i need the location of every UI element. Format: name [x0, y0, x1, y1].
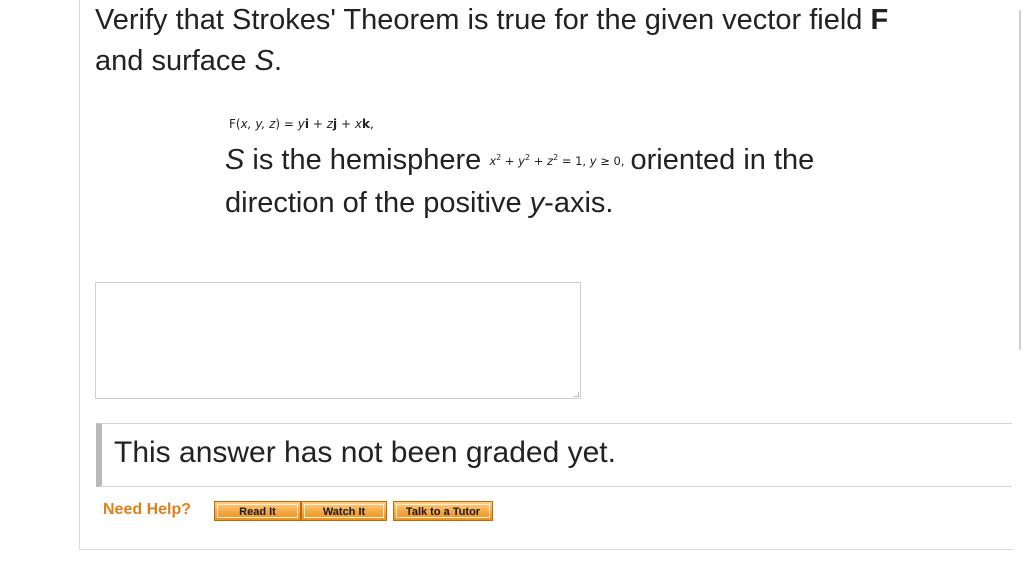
read-it-label: Read It	[239, 506, 276, 518]
eq-cond-rest: ≥ 0,	[596, 154, 625, 168]
field-term3-var: x	[354, 117, 362, 131]
question-line-2: and surface S.	[95, 41, 995, 82]
surface-line2-suffix: -axis.	[544, 187, 614, 219]
field-plus1: +	[309, 117, 327, 131]
field-lhs: F(	[229, 117, 241, 131]
watch-it-label: Watch It	[322, 506, 366, 518]
surface-s: S	[225, 144, 245, 176]
question-line2-period: .	[273, 45, 283, 77]
eq-plus1: +	[501, 154, 519, 168]
resize-grip-icon[interactable]	[574, 392, 579, 397]
surface-line2-text: direction of the positive	[225, 187, 530, 219]
surface-text-before: is the hemisphere	[244, 144, 482, 176]
surface-line-2: direction of the positive y-axis.	[225, 182, 945, 224]
surface-description: S is the hemisphere x2 + y2 + z2 = 1, y ≥…	[225, 139, 945, 224]
talk-to-tutor-button[interactable]: Talk to a Tutor	[393, 501, 493, 521]
eq-plus2: +	[530, 154, 548, 168]
surface-symbol: S	[254, 45, 274, 77]
eq-y: y	[518, 154, 525, 168]
field-plus2: +	[337, 117, 355, 131]
vector-field-symbol: F	[870, 4, 889, 36]
vector-field-definition: F(x, y, z) = yi + zj + xk,	[229, 117, 374, 131]
need-help-label: Need Help?	[103, 501, 192, 518]
field-args: x, y, z	[240, 117, 276, 131]
grade-status-text: This answer has not been graded yet.	[114, 436, 616, 469]
field-end: ,	[369, 117, 374, 131]
watch-it-button[interactable]: Watch It	[301, 501, 387, 521]
read-it-button[interactable]: Read It	[214, 501, 301, 521]
field-term1-var: y	[297, 117, 305, 131]
surface-line-1: S is the hemisphere x2 + y2 + z2 = 1, y ≥…	[225, 139, 945, 182]
field-eq: ) =	[275, 117, 298, 131]
grade-status-banner: This answer has not been graded yet.	[96, 423, 1012, 487]
answer-textarea[interactable]	[95, 282, 581, 399]
question-text: Verify that Strokes' Theorem is true for…	[95, 0, 995, 82]
hemisphere-equation: x2 + y2 + z2 = 1, y ≥ 0,	[489, 154, 625, 169]
surface-text-after: oriented in the	[630, 144, 815, 176]
scrollbar[interactable]	[1019, 10, 1021, 350]
question-line2-text: and surface	[95, 45, 255, 77]
field-term3-unit: k	[361, 117, 370, 131]
eq-cond-var: y	[589, 154, 597, 168]
surface-line2-var: y	[529, 187, 545, 219]
talk-to-tutor-label: Talk to a Tutor	[405, 506, 481, 518]
question-line1-text: Verify that Strokes' Theorem is true for…	[95, 4, 871, 36]
eq-rhs: = 1,	[558, 154, 590, 168]
question-line-1: Verify that Strokes' Theorem is true for…	[95, 0, 995, 41]
